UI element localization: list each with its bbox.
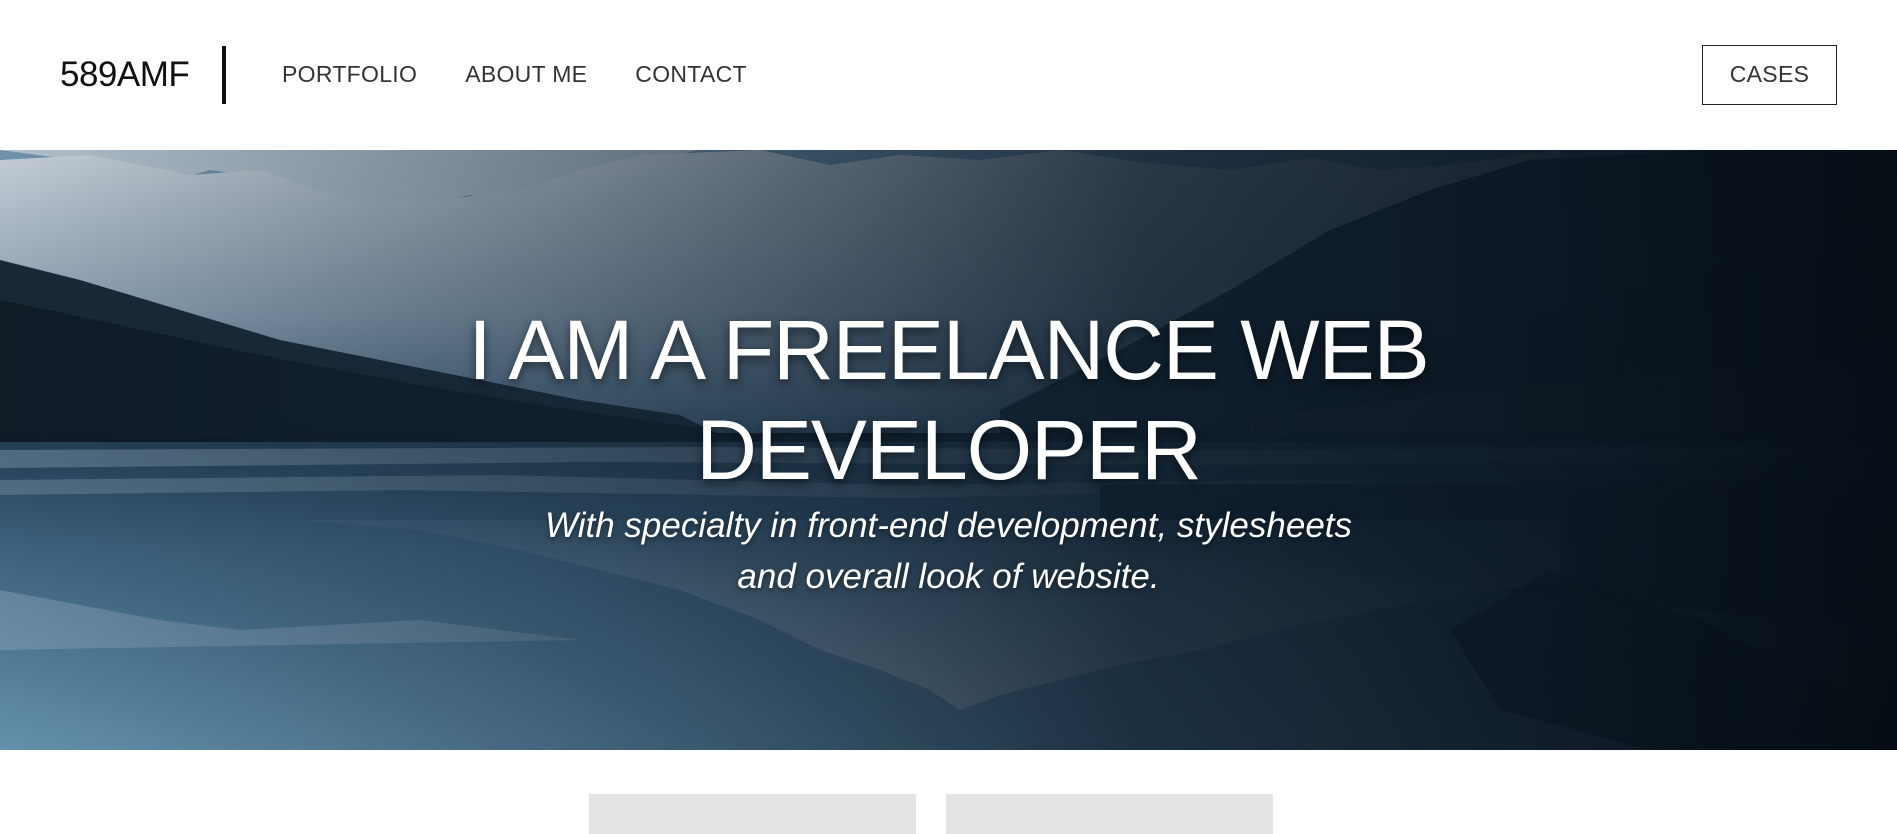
card-placeholder-2 — [946, 794, 1273, 834]
nav-link-contact[interactable]: CONTACT — [635, 56, 747, 92]
hero-subtitle-line-2: and overall look of website. — [737, 557, 1160, 596]
card-placeholder-1 — [589, 794, 916, 834]
hero-title-line-1: I AM A FREELANCE WEB — [468, 303, 1429, 397]
main-nav: PORTFOLIO ABOUT ME CONTACT — [282, 56, 795, 92]
nav-link-about-me[interactable]: ABOUT ME — [465, 56, 587, 92]
hero-subtitle: With specialty in front-end development,… — [450, 500, 1447, 602]
site-header: 589AMF PORTFOLIO ABOUT ME CONTACT CASES — [0, 0, 1897, 150]
hero-title-line-2: DEVELOPER — [696, 403, 1202, 497]
content-area — [0, 750, 1897, 834]
hero-subtitle-line-1: With specialty in front-end development,… — [544, 506, 1353, 545]
logo-divider — [222, 46, 226, 104]
nav-link-portfolio[interactable]: PORTFOLIO — [282, 56, 417, 92]
site-logo[interactable]: 589AMF — [60, 52, 190, 98]
hero-section: I AM A FREELANCE WEB DEVELOPER With spec… — [0, 150, 1897, 750]
hero-title: I AM A FREELANCE WEB DEVELOPER — [350, 300, 1547, 500]
cases-button[interactable]: CASES — [1702, 45, 1837, 105]
